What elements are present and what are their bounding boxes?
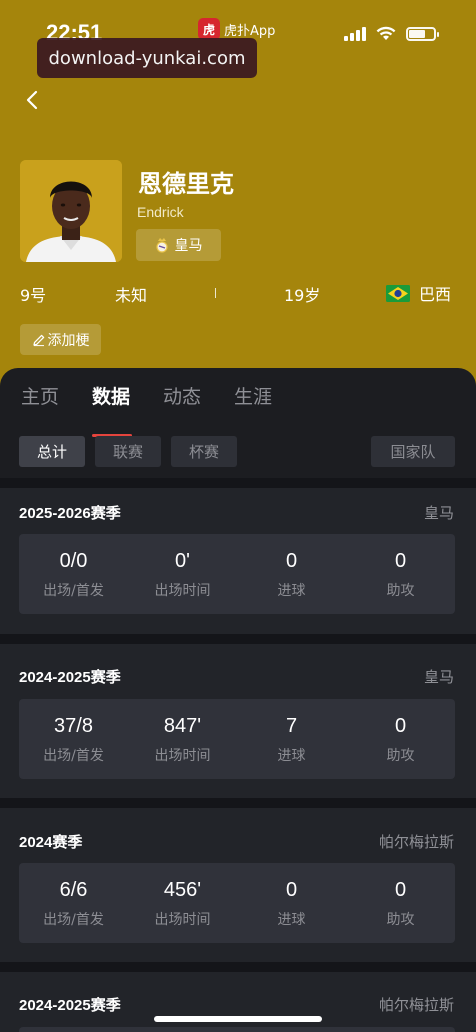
stat-value: 0 xyxy=(285,879,298,901)
stat-value: 0/0 xyxy=(59,550,88,572)
country-name: 巴西 xyxy=(419,285,452,304)
stat-label: 出场/首发 xyxy=(43,912,104,928)
stat-minutes: 847' 出场时间 xyxy=(128,699,237,779)
stat-appearances: 37/8 出场/首发 xyxy=(19,699,128,779)
back-button[interactable] xyxy=(20,86,44,114)
hupu-logo-icon: 虎 xyxy=(198,18,220,40)
team-chip[interactable]: 皇马 xyxy=(136,229,221,261)
battery-icon xyxy=(406,26,439,41)
player-country: 巴西 xyxy=(386,282,451,304)
season-divider xyxy=(0,962,476,972)
team-chip-label: 皇马 xyxy=(174,238,203,254)
stat-value: 0' xyxy=(175,550,190,572)
season-title: 2024-2025赛季 xyxy=(19,669,121,686)
filter-national-team[interactable]: 国家队 xyxy=(371,436,455,467)
player-number: 9号 xyxy=(20,286,47,305)
signal-icon xyxy=(344,26,366,41)
tab-bar: 主页 数据 动态 生涯 xyxy=(0,382,476,437)
stat-label: 出场/首发 xyxy=(43,748,104,764)
info-divider xyxy=(215,288,216,298)
stat-label: 助攻 xyxy=(386,583,415,599)
season-stats: 37/8 出场/首发 847' 出场时间 7 进球 0 助攻 xyxy=(19,699,455,779)
content-panel: 主页 数据 动态 生涯 总计 联赛 杯赛 国家队 2025-2026赛季 皇马 … xyxy=(0,368,476,1032)
stat-value: 0 xyxy=(394,879,407,901)
tab-news[interactable]: 动态 xyxy=(163,382,201,409)
stat-assists: 0 助攻 xyxy=(346,699,455,779)
season-title: 2025-2026赛季 xyxy=(19,505,121,522)
season-divider xyxy=(0,798,476,808)
season-stats: 6/6 出场/首发 456' 出场时间 0 进球 0 助攻 xyxy=(19,863,455,943)
stat-label: 出场时间 xyxy=(154,912,211,928)
player-avatar xyxy=(20,160,122,262)
stat-label: 出场时间 xyxy=(154,583,211,599)
brazil-flag-icon xyxy=(386,284,410,302)
stat-appearances: 0/0 出场/首发 xyxy=(19,534,128,614)
stat-value: 6/6 xyxy=(59,879,88,901)
stat-assists: 0 助攻 xyxy=(346,534,455,614)
filter-total[interactable]: 总计 xyxy=(19,436,85,467)
pencil-icon xyxy=(32,334,44,346)
season-title: 2024-2025赛季 xyxy=(19,997,121,1014)
season-team[interactable]: 皇马 xyxy=(424,666,454,687)
filter-cup[interactable]: 杯赛 xyxy=(171,436,237,467)
stat-value: 0 xyxy=(285,550,298,572)
home-indicator[interactable] xyxy=(154,1016,322,1022)
stat-value: 37/8 xyxy=(54,715,93,737)
stat-value: 456' xyxy=(163,879,202,901)
season-title: 2024赛季 xyxy=(19,834,83,851)
stat-value: 847' xyxy=(163,715,202,737)
filter-league[interactable]: 联赛 xyxy=(95,436,161,467)
app-name: 虎扑App xyxy=(224,23,276,39)
season-card: 2024-2025赛季 帕尔梅拉斯 xyxy=(0,972,476,1032)
stat-minutes: 456' 出场时间 xyxy=(128,863,237,943)
season-team[interactable]: 帕尔梅拉斯 xyxy=(379,831,454,852)
app-indicator: 虎 虎扑App xyxy=(198,18,275,40)
add-nickname-label: 添加梗 xyxy=(47,332,90,349)
season-team[interactable]: 帕尔梅拉斯 xyxy=(379,994,454,1015)
season-card: 2024-2025赛季 皇马 37/8 出场/首发 847' 出场时间 7 进球… xyxy=(0,644,476,798)
stat-label: 助攻 xyxy=(386,748,415,764)
chevron-left-icon xyxy=(26,90,38,110)
season-card: 2025-2026赛季 皇马 0/0 出场/首发 0' 出场时间 0 进球 0 … xyxy=(0,488,476,634)
stat-label: 进球 xyxy=(277,583,306,599)
tab-career[interactable]: 生涯 xyxy=(234,382,272,409)
stat-goals: 0 进球 xyxy=(237,534,346,614)
status-icons xyxy=(344,26,439,41)
wifi-icon xyxy=(376,26,396,40)
stat-minutes: 0' 出场时间 xyxy=(128,534,237,614)
real-madrid-crest-icon xyxy=(155,238,168,253)
season-divider xyxy=(0,478,476,488)
stat-appearances: 6/6 出场/首发 xyxy=(19,863,128,943)
season-stats: 0/0 出场/首发 0' 出场时间 0 进球 0 助攻 xyxy=(19,534,455,614)
stat-goals: 0 进球 xyxy=(237,863,346,943)
tab-data[interactable]: 数据 xyxy=(92,382,130,409)
season-stats xyxy=(19,1027,455,1032)
tab-home[interactable]: 主页 xyxy=(21,382,59,409)
stat-label: 出场时间 xyxy=(154,748,211,764)
player-name: 恩德里克 xyxy=(138,170,234,198)
watermark: download-yunkai.com xyxy=(37,38,257,78)
stat-label: 进球 xyxy=(277,748,306,764)
player-position: 未知 xyxy=(115,286,148,305)
player-english-name: Endrick xyxy=(137,204,184,220)
season-divider xyxy=(0,634,476,644)
stat-label: 助攻 xyxy=(386,912,415,928)
stat-label: 出场/首发 xyxy=(43,583,104,599)
season-card: 2024赛季 帕尔梅拉斯 6/6 出场/首发 456' 出场时间 0 进球 0 … xyxy=(0,808,476,962)
add-nickname-button[interactable]: 添加梗 xyxy=(20,324,101,355)
player-age: 19岁 xyxy=(284,286,321,305)
stat-value: 7 xyxy=(285,715,298,737)
stat-value: 0 xyxy=(394,715,407,737)
stat-goals: 7 进球 xyxy=(237,699,346,779)
stat-assists: 0 助攻 xyxy=(346,863,455,943)
stat-label: 进球 xyxy=(277,912,306,928)
stat-value: 0 xyxy=(394,550,407,572)
season-team[interactable]: 皇马 xyxy=(424,502,454,523)
